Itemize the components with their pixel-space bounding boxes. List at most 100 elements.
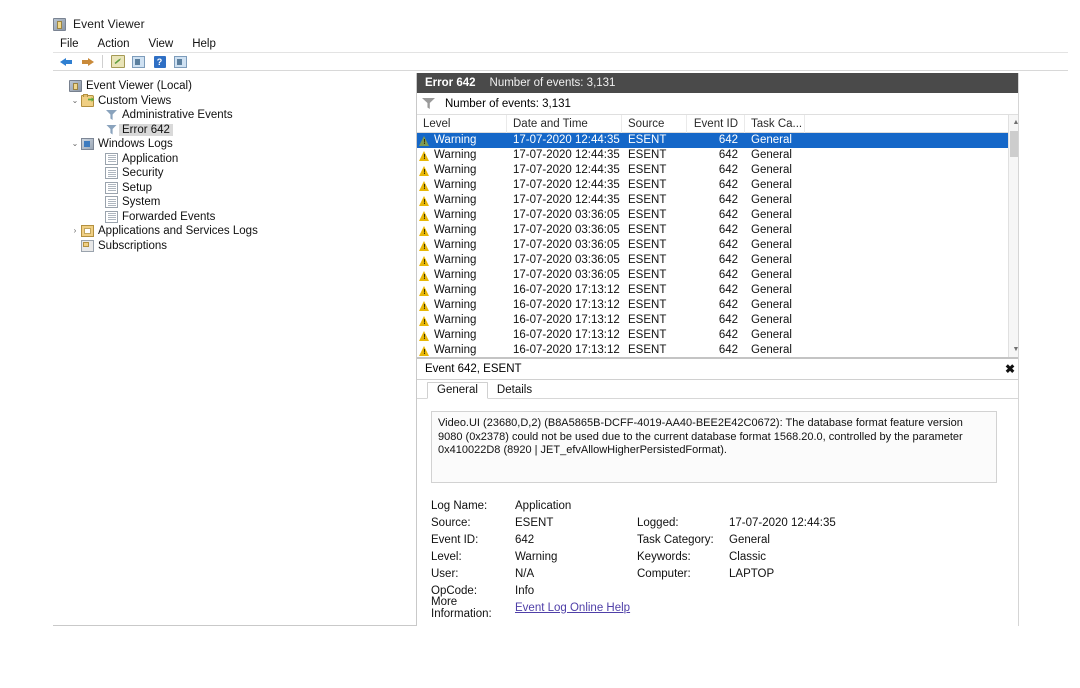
cell-date: 17-07-2020 12:44:35 — [513, 179, 620, 191]
column-header-date[interactable]: Date and Time — [507, 115, 622, 133]
cell-date: 17-07-2020 12:44:35 — [513, 164, 620, 176]
cell-source: ESENT — [628, 209, 667, 221]
table-row[interactable]: Warning 17-07-2020 12:44:35 ESENT 642 Genera… — [417, 178, 1008, 193]
cell-event-id: 642 — [718, 164, 738, 176]
events-list: Level Date and Time Source Event ID Task… — [417, 115, 1023, 358]
cell-level: Warning — [417, 298, 507, 313]
show-hide-action-pane-button[interactable] — [171, 54, 190, 70]
help-button[interactable]: ? — [150, 54, 169, 70]
table-row[interactable]: Warning 17-07-2020 12:44:35 ESENT 642 Genera… — [417, 133, 1008, 148]
log-plain-icon — [105, 181, 118, 194]
events-list-columns: Level Date and Time Source Event ID Task… — [417, 115, 1008, 357]
event-log-online-help-link[interactable]: Event Log Online Help — [515, 602, 637, 614]
cell-level: Warning — [417, 313, 507, 328]
tree-item-administrative-events[interactable]: Administrative Events — [53, 108, 416, 122]
tree-item-label: Custom Views — [98, 94, 172, 107]
toolbar-separator — [102, 55, 103, 68]
cell-event-id: 642 — [718, 224, 738, 236]
expander-icon[interactable]: ⌄ — [69, 95, 81, 107]
cell-level-text: Warning — [434, 344, 477, 356]
table-row[interactable]: Warning 17-07-2020 12:44:35 ESENT 642 Genera… — [417, 193, 1008, 208]
tree-item-system[interactable]: System — [53, 195, 416, 209]
column-header-task-category[interactable]: Task Ca... — [745, 115, 805, 133]
tree-item-applications-and-services-logs[interactable]: › Applications and Services Logs — [53, 224, 416, 238]
window-title: Event Viewer — [73, 17, 145, 31]
show-hide-console-tree-button[interactable] — [129, 54, 148, 70]
cell-source: ESENT — [628, 269, 667, 281]
log-name-label: Log Name: — [431, 499, 488, 512]
metadata-row-event-id: Event ID: 642 Task Category: General — [431, 531, 1023, 548]
table-row[interactable]: Warning 17-07-2020 12:44:35 ESENT 642 Genera… — [417, 148, 1008, 163]
warning-icon — [419, 315, 430, 327]
keywords-value: Classic — [729, 550, 767, 563]
warning-icon — [419, 240, 430, 252]
tab-general[interactable]: General — [427, 382, 488, 399]
cell-event-id: 642 — [718, 329, 738, 341]
cell-level-text: Warning — [434, 254, 477, 266]
warning-icon — [419, 345, 430, 357]
tree-item-error-642[interactable]: Error 642 — [53, 123, 416, 137]
table-row[interactable]: Warning 17-07-2020 03:36:05 ESENT 642 Genera… — [417, 268, 1008, 283]
table-row[interactable]: Warning 16-07-2020 17:13:12 ESENT 642 Genera… — [417, 328, 1008, 343]
warning-icon — [419, 270, 430, 282]
logged-label: Logged: — [637, 516, 679, 529]
tree-item-subscriptions[interactable]: Subscriptions — [53, 239, 416, 253]
tree-item-event-viewer-local[interactable]: Event Viewer (Local) — [53, 79, 416, 93]
cell-event-id: 642 — [718, 179, 738, 191]
results-header-title: Error 642 — [425, 77, 476, 89]
menu-item-help[interactable]: Help — [183, 37, 226, 51]
expander-icon[interactable]: ⌄ — [69, 138, 81, 150]
filter-summary-bar[interactable]: Number of events: 3,131 — [417, 93, 1023, 115]
forward-button[interactable] — [78, 54, 97, 70]
table-row[interactable]: Warning 16-07-2020 17:13:12 ESENT 642 Genera… — [417, 298, 1008, 313]
cell-level-text: Warning — [434, 179, 477, 191]
right-splitter[interactable] — [1018, 73, 1023, 626]
task-category-value: General — [729, 533, 770, 546]
table-row[interactable]: Warning 17-07-2020 03:36:05 ESENT 642 Genera… — [417, 208, 1008, 223]
table-row[interactable]: Warning 16-07-2020 17:13:12 ESENT 642 Genera… — [417, 313, 1008, 328]
edit-button[interactable] — [108, 54, 127, 70]
cell-task-category: General — [751, 299, 792, 311]
tree-item-windows-logs[interactable]: ⌄ Windows Logs — [53, 137, 416, 151]
title-bar: Event Viewer — [53, 14, 1068, 34]
expander-icon[interactable]: › — [69, 225, 81, 237]
cell-source: ESENT — [628, 239, 667, 251]
back-button[interactable] — [57, 54, 76, 70]
menu-item-file[interactable]: File — [53, 37, 89, 51]
tree-item-application[interactable]: Application — [53, 152, 416, 166]
menu-item-action[interactable]: Action — [89, 37, 140, 51]
table-row[interactable]: Warning 17-07-2020 03:36:05 ESENT 642 Genera… — [417, 253, 1008, 268]
event-detail-tabs: General Details — [417, 380, 1023, 399]
column-header-event-id[interactable]: Event ID — [687, 115, 745, 133]
cell-source: ESENT — [628, 254, 667, 266]
menu-item-view[interactable]: View — [140, 37, 184, 51]
cell-level: Warning — [417, 223, 507, 238]
table-row[interactable]: Warning 17-07-2020 03:36:05 ESENT 642 Genera… — [417, 238, 1008, 253]
column-header-level[interactable]: Level — [417, 115, 507, 133]
event-id-value: 642 — [515, 533, 535, 546]
cell-level-text: Warning — [434, 329, 477, 341]
tree-item-label: Subscriptions — [98, 239, 168, 252]
funnel-icon — [422, 98, 435, 109]
opcode-value: Info — [515, 584, 535, 597]
tree-item-forwarded-events[interactable]: Forwarded Events — [53, 210, 416, 224]
cell-date: 17-07-2020 03:36:05 — [513, 254, 620, 266]
tree-item-setup[interactable]: Setup — [53, 181, 416, 195]
cell-date: 17-07-2020 12:44:35 — [513, 149, 620, 161]
tree-item-label: Windows Logs — [98, 138, 173, 150]
tree-item-security[interactable]: Security — [53, 166, 416, 180]
tree-item-custom-views[interactable]: ⌄ Custom Views — [53, 93, 416, 108]
metadata-row-log-name: Log Name: Application — [431, 497, 1023, 514]
cell-source: ESENT — [628, 284, 667, 296]
table-row[interactable]: Warning 17-07-2020 12:44:35 ESENT 642 Genera… — [417, 163, 1008, 178]
table-row[interactable]: Warning 16-07-2020 17:13:12 ESENT 642 Genera… — [417, 343, 1008, 357]
cell-event-id: 642 — [718, 344, 738, 356]
close-icon[interactable]: ✖ — [1003, 362, 1017, 376]
cell-level: Warning — [417, 133, 507, 148]
tab-details[interactable]: Details — [488, 383, 541, 398]
table-row[interactable]: Warning 16-07-2020 17:13:12 ESENT 642 Genera… — [417, 283, 1008, 298]
table-row[interactable]: Warning 17-07-2020 03:36:05 ESENT 642 Genera… — [417, 223, 1008, 238]
column-header-source[interactable]: Source — [622, 115, 687, 133]
tree-item-label: Application — [122, 152, 179, 165]
source-value: ESENT — [515, 516, 554, 529]
